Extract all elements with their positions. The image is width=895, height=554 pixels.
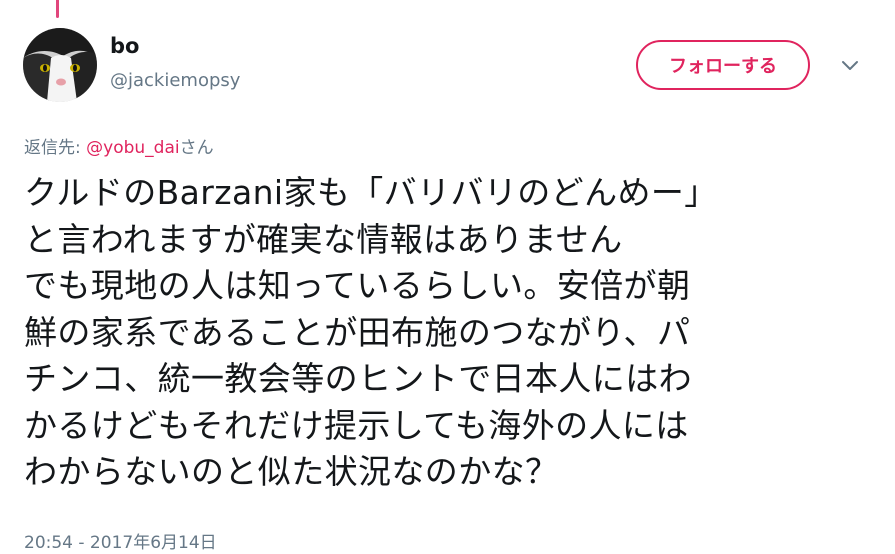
reply-to-suffix: さん	[179, 138, 214, 158]
reply-mention-link[interactable]: @yobu_dai	[86, 138, 179, 158]
tweet-text-line: わからないのと似た状況なのかな？	[24, 452, 559, 491]
tweet-text-line: チンコ、統一教会等のヒントで日本人にはわ	[24, 359, 692, 398]
chevron-down-icon[interactable]	[838, 54, 862, 78]
tweet-text: クルドのBarzani家も「バリバリのどんめー」 と言われますが確実な情報はあり…	[24, 170, 874, 496]
tweet-text-line: でも現地の人は知っているらしい。安倍が朝	[24, 266, 691, 305]
avatar[interactable]	[23, 28, 97, 102]
reply-to: 返信先: @yobu_daiさん	[24, 133, 214, 158]
reply-to-prefix: 返信先:	[24, 138, 87, 158]
display-name[interactable]: bo	[110, 34, 139, 58]
screen-name[interactable]: @jackiemopsy	[110, 70, 240, 91]
tweet-timestamp[interactable]: 20:54 - 2017年6月14日	[24, 528, 217, 553]
cat-avatar-icon	[23, 28, 97, 102]
tweet-text-line: かるけどもそれだけ提示しても海外の人には	[24, 405, 689, 445]
reply-thread-line	[56, 0, 59, 18]
tweet-text-line: と言われますが確実な情報はありません	[24, 219, 623, 259]
follow-button[interactable]: フォローする	[636, 40, 810, 90]
tweet-text-line: 鮮の家系であることが田布施のつながり、パ	[24, 312, 691, 352]
tweet-text-line: クルドのBarzani家も「バリバリのどんめー」	[24, 173, 718, 212]
